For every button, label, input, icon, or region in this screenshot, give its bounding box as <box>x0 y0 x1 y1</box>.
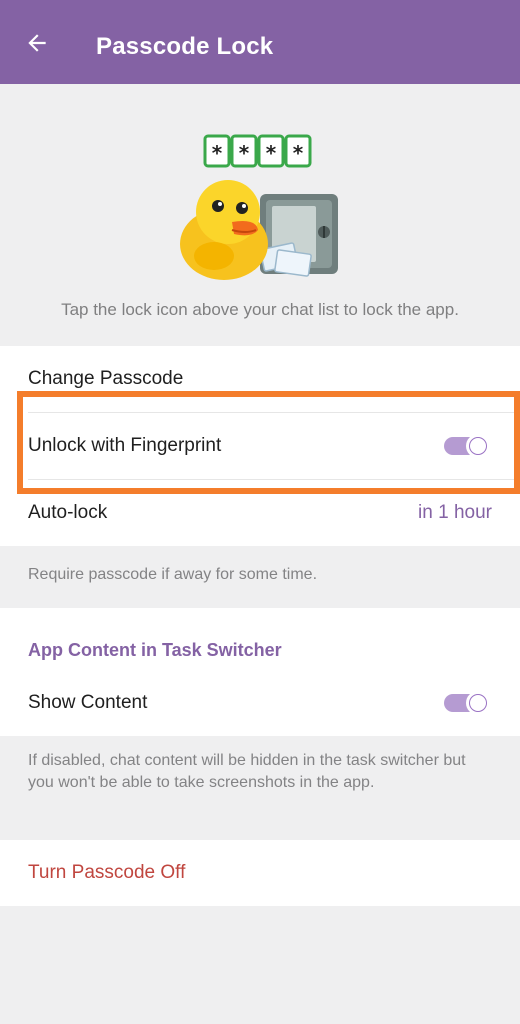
show-content-label: Show Content <box>28 692 148 713</box>
change-passcode-label: Change Passcode <box>28 368 184 389</box>
toggle-knob <box>466 434 490 458</box>
turn-off-section: Turn Passcode Off <box>0 840 520 906</box>
svg-text:*: * <box>212 141 223 165</box>
show-content-toggle[interactable] <box>444 691 490 715</box>
back-button[interactable] <box>20 26 54 60</box>
unlock-fingerprint-label: Unlock with Fingerprint <box>28 435 222 456</box>
svg-text:*: * <box>266 141 277 165</box>
auto-lock-label: Auto-lock <box>28 502 108 523</box>
duck <box>180 180 268 280</box>
fingerprint-toggle[interactable] <box>444 434 490 458</box>
show-content-row[interactable]: Show Content <box>0 670 520 736</box>
auto-lock-row[interactable]: Auto-lock in 1 hour <box>0 480 520 546</box>
passcode-settings-section: Change Passcode Unlock with Fingerprint … <box>0 346 520 546</box>
svg-text:*: * <box>239 141 250 165</box>
change-passcode-row[interactable]: Change Passcode <box>0 346 520 412</box>
svg-text:*: * <box>293 141 304 165</box>
auto-lock-value: in 1 hour <box>418 502 492 523</box>
duck-with-safe-sticker: * * * * <box>180 134 338 280</box>
page-title: Passcode Lock <box>96 33 274 60</box>
task-switcher-section: App Content in Task Switcher Show Conten… <box>0 608 520 736</box>
toggle-knob <box>466 691 490 715</box>
hero-caption: Tap the lock icon above your chat list t… <box>61 300 459 319</box>
turn-passcode-off-row[interactable]: Turn Passcode Off <box>0 840 520 906</box>
task-switcher-header: App Content in Task Switcher <box>28 640 282 660</box>
arrow-left-icon <box>28 34 46 52</box>
auto-lock-info: Require passcode if away for some time. <box>28 566 318 583</box>
hero-section: * * * * Tap the lock icon above your cha… <box>0 84 520 346</box>
unlock-fingerprint-row[interactable]: Unlock with Fingerprint <box>0 413 520 479</box>
task-switcher-info: If disabled, chat content will be hidden… <box>28 752 466 791</box>
turn-passcode-off-label: Turn Passcode Off <box>28 862 186 883</box>
app-bar: Passcode Lock <box>0 0 520 84</box>
passcode-boxes: * * * * <box>203 134 312 168</box>
